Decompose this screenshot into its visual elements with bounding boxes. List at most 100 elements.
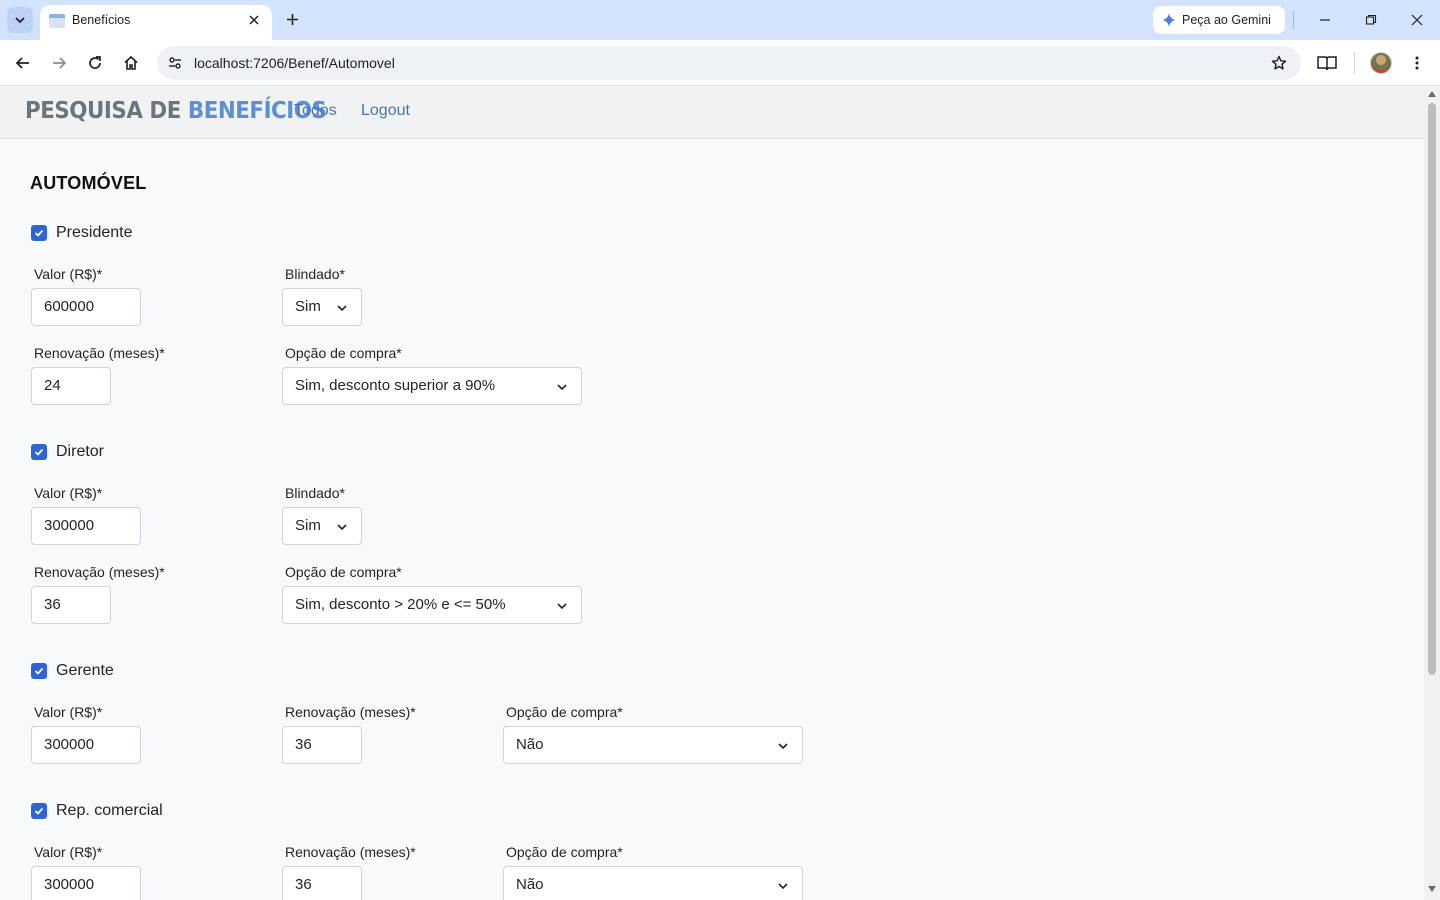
compra-label: Opção de compra* xyxy=(506,704,623,720)
valor-label: Valor (R$)* xyxy=(34,266,103,282)
chevron-down-icon xyxy=(778,883,788,890)
site-info-button[interactable] xyxy=(162,50,188,76)
tune-icon xyxy=(169,57,181,69)
divider xyxy=(1354,52,1355,74)
chevron-down-icon xyxy=(778,743,788,750)
new-tab-button[interactable] xyxy=(281,8,303,30)
reload-icon xyxy=(89,56,101,69)
more-vert-icon xyxy=(1415,56,1419,70)
checkbox-rep-comercial[interactable]: Rep. comercial xyxy=(31,802,163,820)
blindado-select[interactable]: Sim xyxy=(282,507,362,545)
favicon-icon xyxy=(49,14,65,28)
page-title: AUTOMÓVEL xyxy=(30,173,147,193)
page-scrollbar[interactable] xyxy=(1424,87,1440,900)
bookmark-button[interactable] xyxy=(1269,53,1289,73)
divider xyxy=(1293,11,1294,29)
section-label: Rep. comercial xyxy=(56,802,163,819)
renovacao-input[interactable]: 36 xyxy=(282,866,362,900)
menu-button[interactable] xyxy=(1403,49,1431,77)
blindado-label: Blindado* xyxy=(285,485,345,501)
valor-input[interactable]: 300000 xyxy=(31,507,141,545)
valor-input[interactable]: 600000 xyxy=(31,288,141,326)
star-icon xyxy=(1271,55,1287,70)
checkbox-checked-icon[interactable] xyxy=(31,803,47,819)
compra-select[interactable]: Sim, desconto > 20% e <= 50% xyxy=(282,586,582,624)
chevron-down-icon xyxy=(557,384,567,391)
compra-value: Não xyxy=(516,876,544,893)
reading-mode-button[interactable] xyxy=(1313,49,1341,77)
home-button[interactable] xyxy=(117,49,145,77)
reload-button[interactable] xyxy=(81,49,109,77)
tab-title: Benefícios xyxy=(72,13,131,27)
renovacao-label: Renovação (meses)* xyxy=(34,345,165,361)
chevron-down-icon xyxy=(337,524,347,531)
close-icon xyxy=(1411,14,1423,26)
home-icon xyxy=(124,55,138,70)
gemini-sparkle-icon xyxy=(1162,13,1176,27)
compra-select[interactable]: Não xyxy=(503,866,803,900)
brand-text-1: PESQUISA DE xyxy=(25,98,188,124)
valor-input[interactable]: 300000 xyxy=(31,866,141,900)
valor-label: Valor (R$)* xyxy=(34,704,103,720)
scroll-up-arrow-icon[interactable] xyxy=(1428,91,1436,97)
reading-mode-icon xyxy=(1317,56,1337,71)
renovacao-input[interactable]: 24 xyxy=(31,367,111,405)
renovacao-input[interactable]: 36 xyxy=(282,726,362,764)
minimize-icon xyxy=(1320,19,1330,21)
browser-tab-strip: Benefícios Peça ao Gemini xyxy=(0,0,1440,40)
gemini-label: Peça ao Gemini xyxy=(1182,13,1271,27)
scrollbar-thumb[interactable] xyxy=(1428,103,1436,675)
restore-button[interactable] xyxy=(1357,8,1385,32)
scroll-down-arrow-icon[interactable] xyxy=(1428,886,1436,892)
renovacao-label: Renovação (meses)* xyxy=(285,844,416,860)
gemini-button[interactable]: Peça ao Gemini xyxy=(1153,6,1285,34)
compra-value: Não xyxy=(516,736,544,753)
chevron-down-icon xyxy=(15,17,25,24)
url-text: localhost:7206/Benef/Automovel xyxy=(194,55,395,71)
tab-close-button[interactable] xyxy=(244,10,264,30)
browser-toolbar: localhost:7206/Benef/Automovel xyxy=(0,40,1440,86)
compra-value: Sim, desconto > 20% e <= 50% xyxy=(295,596,506,613)
renovacao-label: Renovação (meses)* xyxy=(285,704,416,720)
blindado-value: Sim xyxy=(295,298,321,315)
profile-avatar[interactable] xyxy=(1370,52,1392,74)
compra-label: Opção de compra* xyxy=(285,345,402,361)
compra-label: Opção de compra* xyxy=(506,844,623,860)
blindado-select[interactable]: Sim xyxy=(282,288,362,326)
renovacao-input[interactable]: 36 xyxy=(31,586,111,624)
checkbox-gerente[interactable]: Gerente xyxy=(31,662,114,680)
arrow-right-icon xyxy=(53,57,67,69)
checkbox-checked-icon[interactable] xyxy=(31,444,47,460)
checkbox-checked-icon[interactable] xyxy=(31,225,47,241)
page-content: PESQUISA DE BENEFÍCIOS Todos Logout AUTO… xyxy=(0,87,1424,900)
close-icon xyxy=(249,15,259,25)
blindado-value: Sim xyxy=(295,517,321,534)
checkbox-checked-icon[interactable] xyxy=(31,663,47,679)
arrow-left-icon xyxy=(15,57,29,69)
section-label: Diretor xyxy=(56,443,105,460)
renovacao-label: Renovação (meses)* xyxy=(34,564,165,580)
compra-select[interactable]: Não xyxy=(503,726,803,764)
minimize-button[interactable] xyxy=(1311,8,1339,32)
nav-link-logout[interactable]: Logout xyxy=(361,102,410,120)
checkbox-diretor[interactable]: Diretor xyxy=(31,443,104,461)
restore-icon xyxy=(1365,14,1377,25)
section-label: Presidente xyxy=(56,224,133,241)
window-close-button[interactable] xyxy=(1403,8,1431,32)
address-bar[interactable]: localhost:7206/Benef/Automovel xyxy=(157,46,1301,80)
tab-search-button[interactable] xyxy=(7,7,33,33)
forward-button[interactable] xyxy=(45,49,73,77)
browser-tab-active[interactable]: Benefícios xyxy=(40,5,272,40)
valor-input[interactable]: 300000 xyxy=(31,726,141,764)
back-button[interactable] xyxy=(9,49,37,77)
brand-logo[interactable]: PESQUISA DE BENEFÍCIOS xyxy=(25,98,327,124)
chevron-down-icon xyxy=(557,603,567,610)
nav-link-todos[interactable]: Todos xyxy=(294,102,337,120)
section-label: Gerente xyxy=(56,662,114,679)
checkbox-presidente[interactable]: Presidente xyxy=(31,224,133,242)
compra-select[interactable]: Sim, desconto superior a 90% xyxy=(282,367,582,405)
valor-label: Valor (R$)* xyxy=(34,844,103,860)
plus-icon xyxy=(286,13,298,25)
compra-label: Opção de compra* xyxy=(285,564,402,580)
site-navbar: PESQUISA DE BENEFÍCIOS Todos Logout xyxy=(0,87,1424,139)
